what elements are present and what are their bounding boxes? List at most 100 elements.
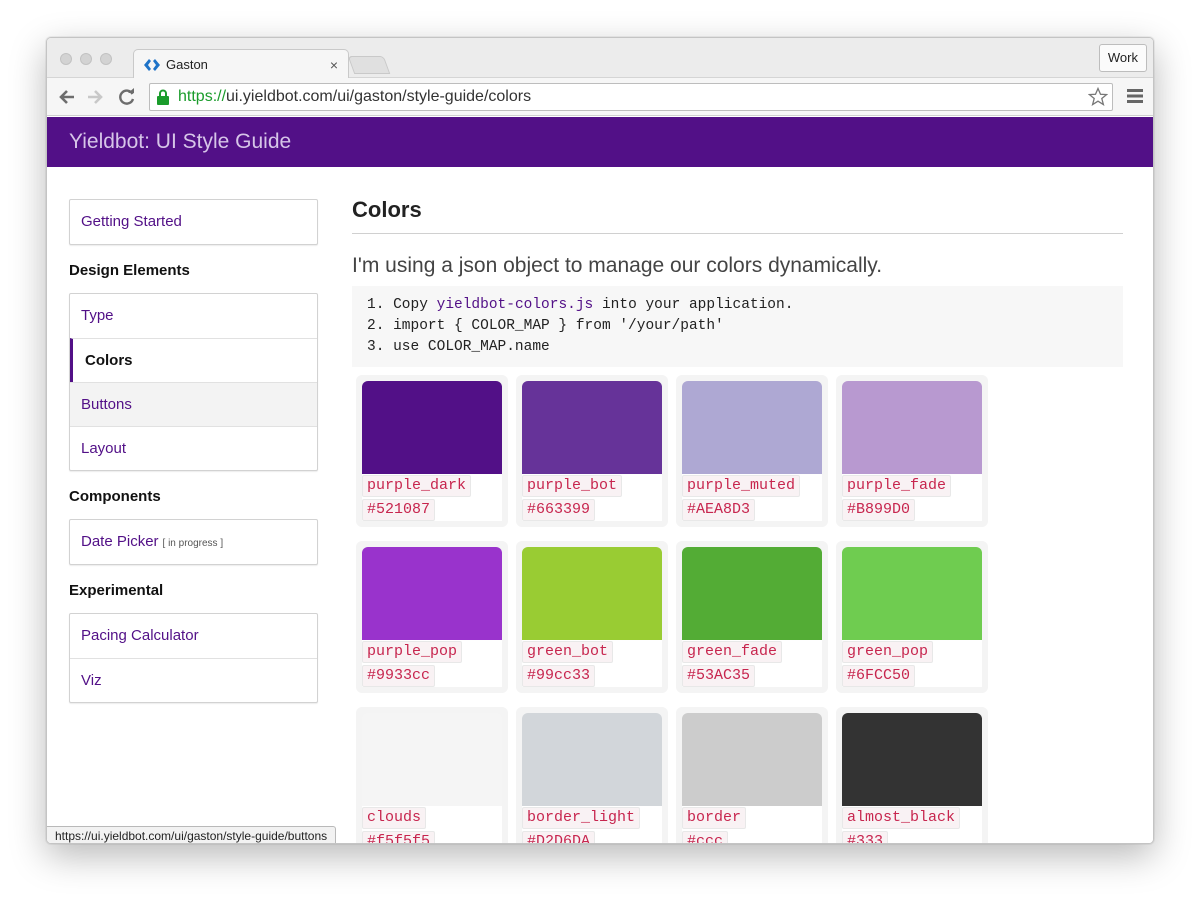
section-heading-experimental: Experimental <box>69 582 164 599</box>
color-name-label: border <box>682 807 747 829</box>
tab-close-icon[interactable]: × <box>330 57 338 73</box>
color-hex-label: #333 <box>842 831 889 843</box>
color-swatch-card: green_fade #53AC35 <box>676 541 828 693</box>
color-swatch-chip <box>522 713 662 806</box>
yieldbot-favicon-icon <box>144 58 160 71</box>
reload-icon[interactable] <box>117 87 137 107</box>
color-name-label: almost_black <box>842 807 961 829</box>
code-line-2: 2. import { COLOR_MAP } from '/your/path… <box>367 318 724 334</box>
sidebar-item-layout[interactable]: Layout <box>70 426 317 470</box>
sidebar-item-pacing-calculator[interactable]: Pacing Calculator <box>70 614 317 658</box>
address-bar[interactable]: https://ui.yieldbot.com/ui/gaston/style-… <box>149 83 1113 111</box>
code-filename: yieldbot-colors.js <box>436 297 594 313</box>
sidebar-item-viz[interactable]: Viz <box>70 658 317 702</box>
lead-text: I'm using a json object to manage our co… <box>352 254 883 277</box>
color-swatch-card: clouds #f5f5f5 <box>356 707 508 843</box>
zoom-window-button[interactable] <box>100 53 112 65</box>
color-swatch-chip <box>362 547 502 640</box>
bookmark-star-icon[interactable] <box>1088 87 1108 107</box>
color-swatch-card: border_light #D2D6DA <box>516 707 668 843</box>
section-heading-components: Components <box>69 488 161 505</box>
color-hex-label: #99cc33 <box>522 665 596 687</box>
status-bar-url: https://ui.yieldbot.com/ui/gaston/style-… <box>47 826 337 843</box>
tab-title: Gaston <box>166 57 208 72</box>
color-swatch-body: purple_fade #B899D0 <box>842 474 982 521</box>
color-swatch-chip <box>362 381 502 474</box>
color-swatch-card: purple_dark #521087 <box>356 375 508 527</box>
url-path: ui.yieldbot.com/ui/gaston/style-guide/co… <box>226 88 532 105</box>
sidebar-item-getting-started[interactable]: Getting Started <box>70 200 317 244</box>
page-title: Colors <box>352 197 1123 234</box>
code-line-1: 1. Copy yieldbot-colors.js into your app… <box>367 295 1123 316</box>
color-swatch-card: green_bot #99cc33 <box>516 541 668 693</box>
code-text: 1. Copy <box>367 297 437 313</box>
color-swatch-chip <box>842 547 982 640</box>
color-hex-label: #9933cc <box>362 665 436 687</box>
nav-group-experimental: Pacing Calculator Viz <box>69 613 318 703</box>
hamburger-menu-icon[interactable] <box>1127 89 1143 103</box>
close-window-button[interactable] <box>60 53 72 65</box>
color-swatch-chip <box>682 547 822 640</box>
sidebar-item-date-picker[interactable]: Date Picker[ in progress ] <box>70 520 317 564</box>
color-hex-label: #AEA8D3 <box>682 499 756 521</box>
color-swatch-body: almost_black #333 <box>842 806 982 843</box>
profile-button[interactable]: Work <box>1098 44 1147 72</box>
color-swatch-chip <box>522 381 662 474</box>
window-controls <box>60 53 112 65</box>
color-name-label: purple_bot <box>522 475 623 497</box>
code-line-3: 3. use COLOR_MAP.name <box>367 339 550 355</box>
color-swatch-card: green_pop #6FCC50 <box>836 541 988 693</box>
color-swatch-body: green_bot #99cc33 <box>522 640 662 687</box>
new-tab-button[interactable] <box>347 56 391 74</box>
color-name-label: green_bot <box>522 641 614 663</box>
color-hex-label: #B899D0 <box>842 499 916 521</box>
nav-group-components: Date Picker[ in progress ] <box>69 519 318 565</box>
color-swatch-body: clouds #f5f5f5 <box>362 806 502 843</box>
color-name-label: purple_muted <box>682 475 801 497</box>
sidebar-item-buttons[interactable]: Buttons <box>70 382 317 426</box>
browser-tab[interactable]: Gaston × <box>133 49 349 79</box>
section-heading-design: Design Elements <box>69 262 190 279</box>
color-swatch-chip <box>842 713 982 806</box>
color-swatch-body: purple_muted #AEA8D3 <box>682 474 822 521</box>
sidebar-item-label: Date Picker <box>81 533 159 550</box>
title-bar: Gaston × Work <box>47 38 1153 79</box>
color-swatch-body: border #ccc <box>682 806 822 843</box>
sidebar-item-type[interactable]: Type <box>70 294 317 338</box>
color-hex-label: #D2D6DA <box>522 831 596 843</box>
color-name-label: purple_pop <box>362 641 463 663</box>
color-name-label: green_fade <box>682 641 783 663</box>
color-swatch-body: purple_pop #9933cc <box>362 640 502 687</box>
color-hex-label: #663399 <box>522 499 596 521</box>
color-swatch-body: border_light #D2D6DA <box>522 806 662 843</box>
color-swatch-card: almost_black #333 <box>836 707 988 843</box>
color-swatch-body: purple_dark #521087 <box>362 474 502 521</box>
color-name-label: green_pop <box>842 641 934 663</box>
browser-toolbar: https://ui.yieldbot.com/ui/gaston/style-… <box>47 78 1153 116</box>
color-name-label: border_light <box>522 807 641 829</box>
forward-arrow-icon[interactable] <box>85 87 105 107</box>
browser-window: Gaston × Work https://ui.yieldbot.com/ui… <box>46 37 1154 844</box>
color-swatch-card: purple_muted #AEA8D3 <box>676 375 828 527</box>
url-scheme: https:// <box>178 88 227 105</box>
color-hex-label: #ccc <box>682 831 729 843</box>
in-progress-note: [ in progress ] <box>162 538 224 549</box>
color-hex-label: #f5f5f5 <box>362 831 436 843</box>
color-hex-label: #521087 <box>362 499 436 521</box>
lock-icon <box>157 89 169 105</box>
back-arrow-icon[interactable] <box>57 87 77 107</box>
color-hex-label: #6FCC50 <box>842 665 916 687</box>
minimize-window-button[interactable] <box>80 53 92 65</box>
color-swatch-chip <box>682 381 822 474</box>
swatch-grid: purple_dark #521087 purple_bot #663399 purpl… <box>352 375 1123 843</box>
color-swatch-body: green_pop #6FCC50 <box>842 640 982 687</box>
sidebar-item-colors[interactable]: Colors <box>70 338 317 382</box>
color-name-label: purple_fade <box>842 475 952 497</box>
code-block: 1. Copy yieldbot-colors.js into your app… <box>352 286 1123 367</box>
page-content: Yieldbot: UI Style Guide Getting Started… <box>47 117 1153 843</box>
color-swatch-body: green_fade #53AC35 <box>682 640 822 687</box>
app-header: Yieldbot: UI Style Guide <box>47 117 1153 167</box>
color-hex-label: #53AC35 <box>682 665 756 687</box>
color-swatch-card: purple_pop #9933cc <box>356 541 508 693</box>
color-name-label: clouds <box>362 807 427 829</box>
